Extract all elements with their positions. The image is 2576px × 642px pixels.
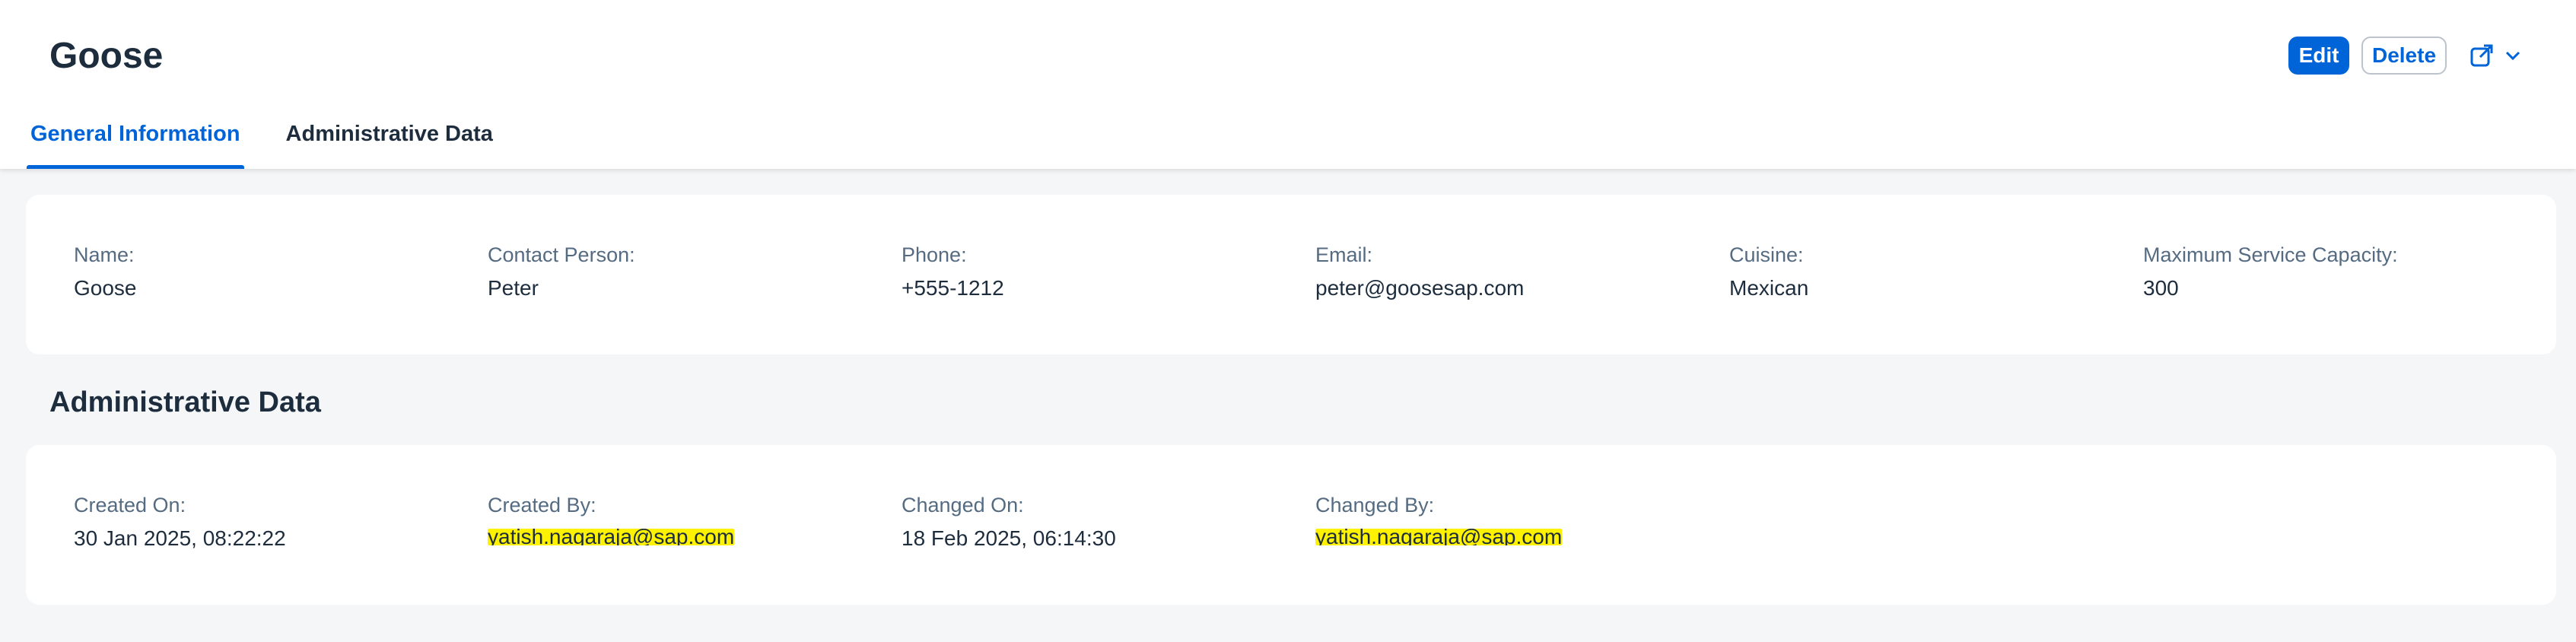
delete-button[interactable]: Delete bbox=[2361, 37, 2447, 75]
field-label: Contact Person: bbox=[488, 243, 635, 266]
field-phone: Phone: +555-1212 bbox=[902, 243, 1004, 300]
field-label: Cuisine: bbox=[1729, 243, 1804, 266]
field-contact-person: Contact Person: Peter bbox=[488, 243, 635, 300]
administrative-data-card: Created On: 30 Jan 2025, 08:22:22 Create… bbox=[26, 445, 2556, 605]
field-changed-by: Changed By: yatish.nagaraja@sap.com bbox=[1315, 494, 1563, 551]
share-menu-button[interactable] bbox=[2469, 37, 2530, 75]
field-value: peter@goosesap.com bbox=[1315, 276, 1525, 300]
share-icon bbox=[2469, 43, 2495, 68]
object-page-header: Goose Edit Delete General Information Ad… bbox=[0, 0, 2576, 169]
field-label: Name: bbox=[74, 243, 135, 266]
redacted-value: yatish.nagaraja@sap.com bbox=[1315, 529, 1563, 545]
tab-bar: General Information Administrative Data bbox=[27, 122, 497, 169]
field-label: Changed By: bbox=[1315, 494, 1435, 516]
field-label: Created By: bbox=[488, 494, 596, 516]
field-value: Goose bbox=[74, 276, 137, 300]
field-value: 18 Feb 2025, 06:14:30 bbox=[902, 526, 1116, 550]
field-label: Phone: bbox=[902, 243, 967, 266]
field-label: Maximum Service Capacity: bbox=[2143, 243, 2398, 266]
edit-button[interactable]: Edit bbox=[2288, 37, 2349, 75]
header-actions: Edit Delete bbox=[2288, 37, 2530, 75]
field-maximum-service-capacity: Maximum Service Capacity: 300 bbox=[2143, 243, 2398, 300]
general-information-card: Name: Goose Contact Person: Peter Phone:… bbox=[26, 195, 2556, 354]
field-value-wrapper: yatish.nagaraja@sap.com bbox=[1315, 526, 1563, 551]
field-label: Email: bbox=[1315, 243, 1373, 266]
field-value-wrapper: yatish.nagaraja@sap.com bbox=[488, 526, 735, 551]
section-title-administrative-data: Administrative Data bbox=[49, 386, 321, 418]
field-created-by: Created By: yatish.nagaraja@sap.com bbox=[488, 494, 735, 551]
field-changed-on: Changed On: 18 Feb 2025, 06:14:30 bbox=[902, 494, 1116, 551]
field-value: Peter bbox=[488, 276, 539, 300]
tab-administrative-data[interactable]: Administrative Data bbox=[282, 122, 497, 169]
field-email: Email: peter@goosesap.com bbox=[1315, 243, 1524, 300]
field-value: 30 Jan 2025, 08:22:22 bbox=[74, 526, 286, 550]
field-label: Created On: bbox=[74, 494, 186, 516]
field-value: +555-1212 bbox=[902, 276, 1004, 300]
field-created-on: Created On: 30 Jan 2025, 08:22:22 bbox=[74, 494, 286, 551]
page-title: Goose bbox=[49, 36, 164, 76]
field-cuisine: Cuisine: Mexican bbox=[1729, 243, 1808, 300]
field-value: Mexican bbox=[1729, 276, 1809, 300]
tab-general-information[interactable]: General Information bbox=[27, 122, 244, 169]
chevron-down-icon bbox=[2504, 50, 2521, 61]
field-label: Changed On: bbox=[902, 494, 1024, 516]
field-value: 300 bbox=[2143, 276, 2179, 300]
redacted-value: yatish.nagaraja@sap.com bbox=[488, 529, 735, 545]
field-name: Name: Goose bbox=[74, 243, 137, 300]
